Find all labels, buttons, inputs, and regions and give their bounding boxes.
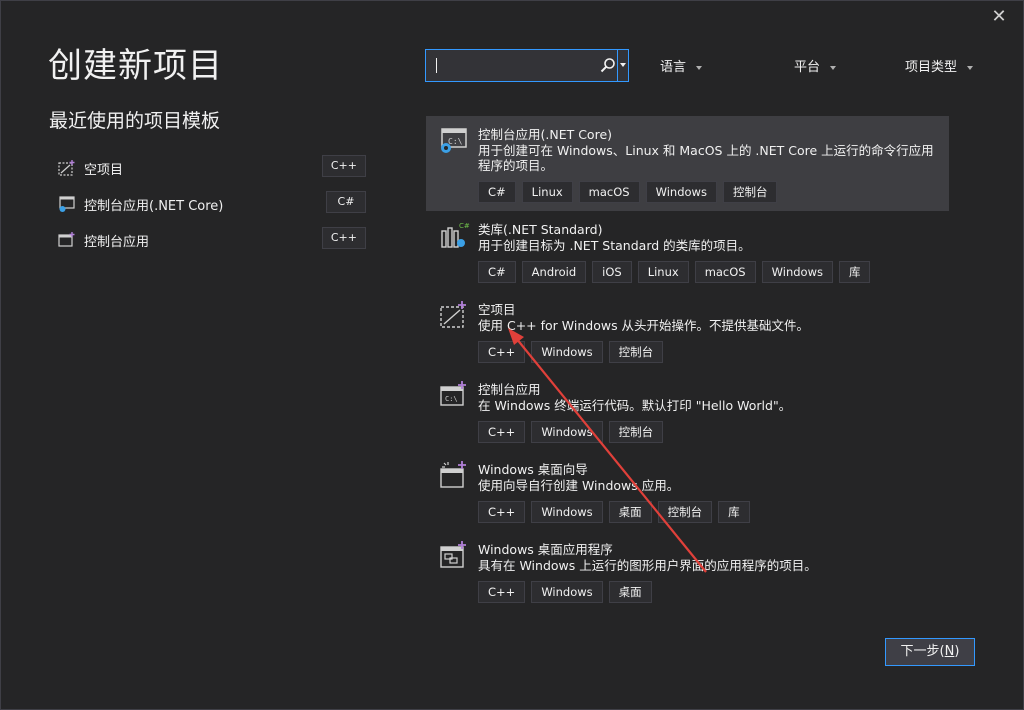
recent-templates-list: 空项目 C++ 控制台应用(.NET Core) C# 控制台应用 C++ [58, 150, 370, 258]
template-name: 空项目 [478, 302, 516, 317]
tag: Windows [531, 501, 603, 523]
next-button-label: 下一步( [900, 644, 945, 659]
tag: Windows [761, 261, 833, 283]
language-filter-label: 语言 [660, 60, 687, 75]
next-button-mnemonic: N [944, 644, 955, 659]
template-description: 在 Windows 终端运行代码。默认打印 "Hello World"。 [478, 398, 792, 413]
template-description: 用于创建可在 Windows、Linux 和 MacOS 上的 .NET Cor… [478, 143, 934, 173]
recent-item-console-app[interactable]: 控制台应用 C++ [58, 222, 370, 258]
tag: C# [478, 181, 516, 203]
template-item-empty-project[interactable]: 空项目 使用 C++ for Windows 从头开始操作。不提供基础文件。 C… [426, 291, 949, 371]
tag: macOS [578, 181, 640, 203]
template-description: 使用 C++ for Windows 从头开始操作。不提供基础文件。 [478, 318, 810, 333]
tag: 控制台 [657, 501, 713, 523]
tag: Windows [531, 421, 603, 443]
text-cursor [436, 58, 437, 73]
template-name: 控制台应用 [478, 382, 541, 397]
tag: C# [478, 261, 516, 283]
template-tags: C++ Windows 控制台 [478, 341, 664, 363]
tag: Linux [521, 181, 573, 203]
template-item-console-dotnet[interactable]: C:\ 控制台应用(.NET Core) 用于创建可在 Windows、Linu… [426, 116, 949, 211]
template-list: C:\ 控制台应用(.NET Core) 用于创建可在 Windows、Linu… [426, 116, 949, 611]
tag: Windows [645, 181, 717, 203]
template-tags: C++ Windows 桌面 [478, 581, 652, 603]
tag: macOS [694, 261, 756, 283]
template-item-desktop-wizard[interactable]: Windows 桌面向导 使用向导自行创建 Windows 应用。 C++ Wi… [426, 451, 949, 531]
template-description: 具有在 Windows 上运行的图形用户界面的应用程序的项目。 [478, 558, 817, 573]
recent-item-label: 空项目 [84, 162, 124, 178]
template-description: 使用向导自行创建 Windows 应用。 [478, 478, 680, 493]
console-dotnet-icon: C:\ [441, 128, 467, 153]
tag: C++ [478, 581, 526, 603]
search-input[interactable] [434, 55, 596, 77]
tag: 控制台 [722, 181, 778, 203]
template-item-desktop-app[interactable]: Windows 桌面应用程序 具有在 Windows 上运行的图形用户界面的应用… [426, 531, 949, 611]
tag: 库 [838, 261, 871, 283]
tag: 库 [718, 501, 750, 523]
close-button[interactable]: ✕ [988, 6, 1010, 28]
tag: C++ [478, 421, 526, 443]
language-filter[interactable]: 语言 [660, 56, 703, 75]
project-type-filter[interactable]: 项目类型 [905, 56, 974, 75]
template-search-box [425, 49, 629, 82]
empty-project-icon [440, 301, 466, 328]
template-tags: C++ Windows 控制台 [478, 421, 664, 443]
chevron-down-icon [967, 65, 974, 70]
tag: C++ [478, 501, 526, 523]
platform-filter-label: 平台 [794, 60, 821, 75]
template-item-console-app[interactable]: C:\ 控制台应用 在 Windows 终端运行代码。默认打印 "Hello W… [426, 371, 949, 451]
recent-item-lang-badge: C# [326, 191, 366, 213]
recent-item-lang-badge: C++ [321, 227, 366, 249]
template-tags: C# Android iOS Linux macOS Windows 库 [478, 261, 871, 283]
next-button-label-suffix: ) [954, 644, 960, 659]
search-history-dropdown[interactable] [617, 50, 628, 81]
tag: 控制台 [608, 341, 664, 363]
chevron-down-icon [830, 65, 837, 70]
tag: Android [521, 261, 587, 283]
svg-text:C#: C# [459, 222, 470, 230]
template-item-class-library[interactable]: C# 类库(.NET Standard) 用于创建目标为 .NET Standa… [426, 211, 949, 291]
page-title: 创建新项目 [48, 46, 223, 86]
tag: 桌面 [608, 501, 652, 523]
next-button[interactable]: 下一步(N) [885, 638, 975, 666]
search-icon[interactable] [600, 57, 616, 73]
recent-templates-heading: 最近使用的项目模板 [49, 110, 221, 132]
recent-item-label: 控制台应用 [84, 234, 150, 250]
desktop-wizard-icon [440, 461, 466, 488]
svg-text:C:\: C:\ [448, 137, 463, 146]
class-library-icon: C# [441, 222, 470, 248]
template-description: 用于创建目标为 .NET Standard 的类库的项目。 [478, 238, 751, 253]
template-tags: C++ Windows 桌面 控制台 库 [478, 501, 750, 523]
tag: C++ [478, 341, 526, 363]
console-app-icon: C:\ [440, 381, 466, 406]
empty-project-icon [58, 160, 75, 176]
svg-text:C:\: C:\ [445, 395, 458, 403]
template-name: Windows 桌面向导 [478, 462, 588, 477]
console-dotnet-icon [59, 196, 75, 212]
template-name: Windows 桌面应用程序 [478, 542, 613, 557]
tag: iOS [592, 261, 632, 283]
platform-filter[interactable]: 平台 [794, 56, 837, 75]
template-tags: C# Linux macOS Windows 控制台 [478, 181, 778, 203]
template-name: 类库(.NET Standard) [478, 222, 603, 237]
tag: Linux [637, 261, 689, 283]
tag: 控制台 [608, 421, 664, 443]
recent-item-label: 控制台应用(.NET Core) [84, 198, 224, 214]
tag: 桌面 [608, 581, 652, 603]
project-type-filter-label: 项目类型 [905, 60, 958, 75]
desktop-app-icon [440, 541, 466, 568]
recent-item-lang-badge: C++ [321, 155, 366, 177]
template-name: 控制台应用(.NET Core) [478, 127, 613, 142]
tag: Windows [531, 341, 603, 363]
recent-item-empty-project[interactable]: 空项目 C++ [58, 150, 370, 186]
tag: Windows [531, 581, 603, 603]
chevron-down-icon [696, 65, 703, 70]
console-app-icon [58, 232, 75, 247]
recent-item-console-dotnet[interactable]: 控制台应用(.NET Core) C# [58, 186, 370, 222]
